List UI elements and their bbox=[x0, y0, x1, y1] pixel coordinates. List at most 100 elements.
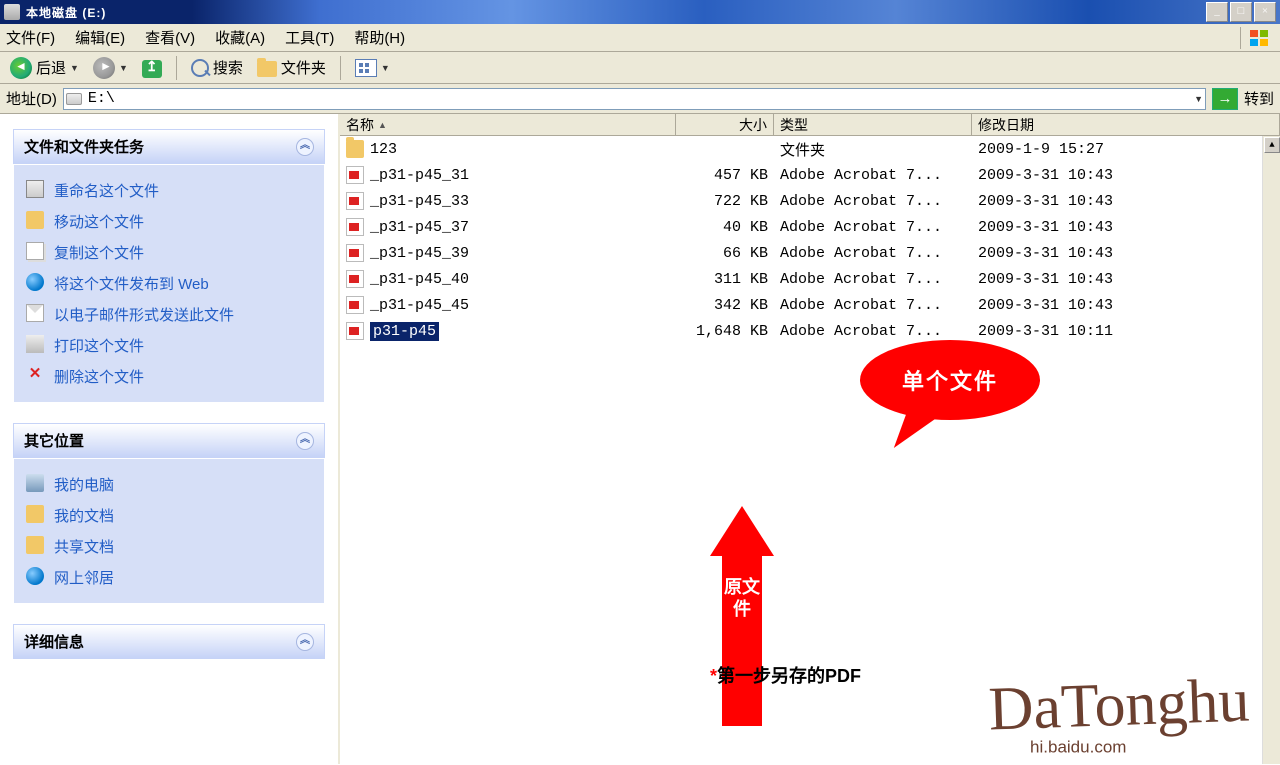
forward-button[interactable]: ▼ bbox=[89, 55, 132, 81]
file-row[interactable]: _p31-p45_31457 KBAdobe Acrobat 7...2009-… bbox=[340, 162, 1280, 188]
chevron-down-icon[interactable]: ▼ bbox=[1194, 94, 1203, 104]
place-label: 我的电脑 bbox=[54, 474, 114, 495]
file-type: Adobe Acrobat 7... bbox=[774, 271, 972, 288]
annotation-arrow-text: 原文件 bbox=[722, 576, 762, 620]
address-input[interactable] bbox=[88, 90, 1188, 107]
window-controls: _ □ × bbox=[1206, 2, 1276, 22]
drive-icon bbox=[66, 93, 82, 105]
pdf-icon bbox=[346, 296, 364, 314]
sidebar: 文件和文件夹任务 ︽ 重命名这个文件 移动这个文件 复制这个文件 将这个文件发布… bbox=[0, 114, 338, 764]
task-email[interactable]: 以电子邮件形式发送此文件 bbox=[26, 299, 312, 330]
file-date: 2009-3-31 10:43 bbox=[972, 245, 1280, 262]
menu-edit[interactable]: 编辑(E) bbox=[75, 27, 125, 48]
file-row[interactable]: _p31-p45_40311 KBAdobe Acrobat 7...2009-… bbox=[340, 266, 1280, 292]
sort-indicator-icon: ▲ bbox=[378, 120, 387, 130]
search-label: 搜索 bbox=[213, 57, 243, 78]
file-date: 2009-3-31 10:43 bbox=[972, 193, 1280, 210]
maximize-button[interactable]: □ bbox=[1230, 2, 1252, 22]
details-panel: 详细信息 ︽ bbox=[12, 623, 326, 660]
file-row[interactable]: _p31-p45_3966 KBAdobe Acrobat 7...2009-3… bbox=[340, 240, 1280, 266]
file-name: 123 bbox=[370, 141, 397, 158]
details-header[interactable]: 详细信息 ︽ bbox=[13, 624, 325, 659]
menu-favorites[interactable]: 收藏(A) bbox=[215, 27, 265, 48]
drive-icon bbox=[4, 4, 20, 20]
task-copy[interactable]: 复制这个文件 bbox=[26, 237, 312, 268]
back-icon bbox=[10, 57, 32, 79]
place-shared-documents[interactable]: 共享文档 bbox=[26, 531, 312, 562]
task-delete[interactable]: ✕删除这个文件 bbox=[26, 361, 312, 392]
places-header[interactable]: 其它位置 ︽ bbox=[13, 423, 325, 458]
file-rows: 123 文件夹2009-1-9 15:27 _p31-p45_31457 KBAdo… bbox=[340, 136, 1280, 344]
tasks-title: 文件和文件夹任务 bbox=[24, 136, 144, 157]
up-button[interactable] bbox=[138, 56, 166, 80]
chevron-up-icon: ︽ bbox=[296, 633, 314, 651]
col-type[interactable]: 类型 bbox=[774, 114, 972, 135]
web-icon bbox=[26, 273, 44, 291]
file-row[interactable]: 123 文件夹2009-1-9 15:27 bbox=[340, 136, 1280, 162]
minimize-button[interactable]: _ bbox=[1206, 2, 1228, 22]
file-date: 2009-3-31 10:11 bbox=[972, 323, 1280, 340]
separator bbox=[340, 56, 341, 80]
menu-tools[interactable]: 工具(T) bbox=[285, 27, 334, 48]
toolbar: 后退 ▼ ▼ 搜索 文件夹 ▼ bbox=[0, 52, 1280, 84]
folders-button[interactable]: 文件夹 bbox=[253, 55, 330, 80]
task-rename[interactable]: 重命名这个文件 bbox=[26, 175, 312, 206]
annotation-arrow: 原文件 bbox=[710, 506, 774, 726]
file-type: 文件夹 bbox=[774, 139, 972, 160]
separator bbox=[176, 56, 177, 80]
file-type: Adobe Acrobat 7... bbox=[774, 219, 972, 236]
back-label: 后退 bbox=[36, 57, 66, 78]
address-input-wrap[interactable]: ▼ bbox=[63, 88, 1206, 110]
folders-label: 文件夹 bbox=[281, 57, 326, 78]
mail-icon bbox=[26, 304, 44, 322]
views-button[interactable]: ▼ bbox=[351, 57, 394, 79]
place-network[interactable]: 网上邻居 bbox=[26, 562, 312, 593]
menu-help[interactable]: 帮助(H) bbox=[354, 27, 405, 48]
file-date: 2009-3-31 10:43 bbox=[972, 167, 1280, 184]
folder-icon bbox=[346, 140, 364, 158]
chevron-down-icon: ▼ bbox=[381, 63, 390, 73]
scrollbar[interactable]: ▲ bbox=[1262, 136, 1280, 764]
place-label: 我的文档 bbox=[54, 505, 114, 526]
task-move[interactable]: 移动这个文件 bbox=[26, 206, 312, 237]
file-row[interactable]: _p31-p45_33722 KBAdobe Acrobat 7...2009-… bbox=[340, 188, 1280, 214]
task-publish-web[interactable]: 将这个文件发布到 Web bbox=[26, 268, 312, 299]
main: 文件和文件夹任务 ︽ 重命名这个文件 移动这个文件 复制这个文件 将这个文件发布… bbox=[0, 114, 1280, 764]
file-row[interactable]: _p31-p45_45342 KBAdobe Acrobat 7...2009-… bbox=[340, 292, 1280, 318]
go-button[interactable]: → bbox=[1212, 88, 1238, 110]
annotation-caption: *第一步另存的PDF bbox=[710, 662, 861, 688]
place-my-documents[interactable]: 我的文档 bbox=[26, 500, 312, 531]
search-button[interactable]: 搜索 bbox=[187, 55, 247, 80]
file-row[interactable]: p31-p451,648 KBAdobe Acrobat 7...2009-3-… bbox=[340, 318, 1280, 344]
col-size[interactable]: 大小 bbox=[676, 114, 774, 135]
details-title: 详细信息 bbox=[24, 631, 84, 652]
menu-file[interactable]: 文件(F) bbox=[6, 27, 55, 48]
star-icon: * bbox=[710, 666, 717, 686]
scroll-up-icon[interactable]: ▲ bbox=[1264, 137, 1280, 153]
tasks-header[interactable]: 文件和文件夹任务 ︽ bbox=[13, 129, 325, 164]
computer-icon bbox=[26, 474, 44, 492]
task-label: 移动这个文件 bbox=[54, 211, 144, 232]
col-date[interactable]: 修改日期 bbox=[972, 114, 1280, 135]
documents-icon bbox=[26, 505, 44, 523]
bubble-tail-icon bbox=[894, 414, 942, 448]
file-date: 2009-1-9 15:27 bbox=[972, 141, 1280, 158]
go-label[interactable]: 转到 bbox=[1244, 88, 1274, 109]
menu-view[interactable]: 查看(V) bbox=[145, 27, 195, 48]
file-type: Adobe Acrobat 7... bbox=[774, 245, 972, 262]
file-size: 311 KB bbox=[676, 271, 774, 288]
col-name[interactable]: 名称▲ bbox=[340, 114, 676, 135]
file-row[interactable]: _p31-p45_3740 KBAdobe Acrobat 7...2009-3… bbox=[340, 214, 1280, 240]
file-name: _p31-p45_31 bbox=[370, 167, 469, 184]
task-label: 重命名这个文件 bbox=[54, 180, 159, 201]
place-my-computer[interactable]: 我的电脑 bbox=[26, 469, 312, 500]
pdf-icon bbox=[346, 166, 364, 184]
file-type: Adobe Acrobat 7... bbox=[774, 167, 972, 184]
window-title: 本地磁盘 (E:) bbox=[26, 4, 106, 21]
folder-icon bbox=[257, 61, 277, 77]
task-print[interactable]: 打印这个文件 bbox=[26, 330, 312, 361]
windows-logo bbox=[1240, 27, 1276, 49]
close-button[interactable]: × bbox=[1254, 2, 1276, 22]
back-button[interactable]: 后退 ▼ bbox=[6, 55, 83, 81]
places-panel: 其它位置 ︽ 我的电脑 我的文档 共享文档 网上邻居 bbox=[12, 422, 326, 605]
